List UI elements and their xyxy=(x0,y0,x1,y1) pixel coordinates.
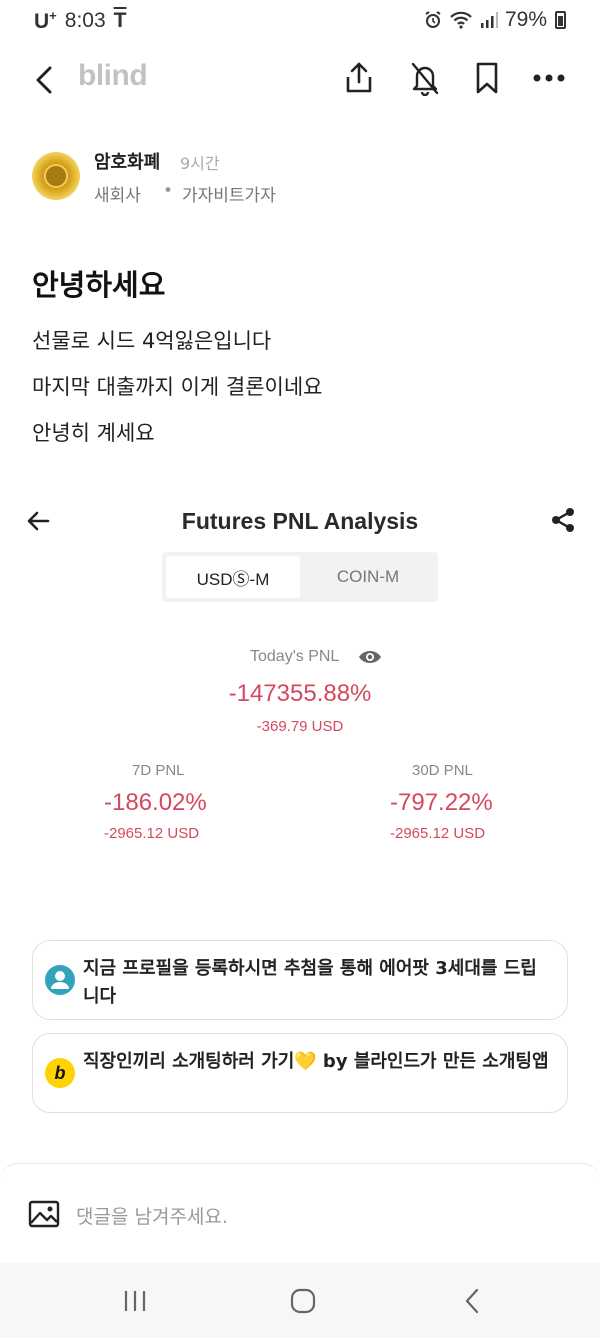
battery-percent: 79% xyxy=(504,8,547,31)
tab-usds-m: USDⓈ-M xyxy=(166,556,300,598)
pnl-30d-usd: -2965.12 USD xyxy=(390,825,486,842)
status-bar: U+ 8:03 T 79% xyxy=(0,0,600,40)
back-icon[interactable] xyxy=(458,1287,488,1315)
eye-icon xyxy=(359,651,381,663)
tab-coin-m: COIN-M xyxy=(336,567,400,586)
app-header: blind xyxy=(0,50,600,110)
pnl-title: Futures PNL Analysis xyxy=(181,508,419,534)
brand-logo[interactable]: blind xyxy=(78,59,148,93)
post-line: 안녕히 계세요 xyxy=(32,421,155,445)
battery-icon xyxy=(555,11,566,29)
market-tabs: USDⓈ-M COIN-M xyxy=(162,552,438,602)
pnl-30d-label: 30D PNL xyxy=(412,762,473,779)
status-time: 8:03 xyxy=(64,9,106,32)
author-separator: • xyxy=(163,181,174,201)
comment-input[interactable]: 댓글을 남겨주세요. xyxy=(76,1202,228,1229)
more-dots-icon[interactable] xyxy=(532,60,566,96)
system-nav-bar xyxy=(0,1263,600,1338)
post-body: 선물로 시드 4억잃은입니다 마지막 대출까지 이게 결론이네요 안녕히 계세요 xyxy=(32,318,323,456)
alarm-icon xyxy=(425,11,441,28)
card-text: 직장인끼리 소개팅하러 가기💛 by 블라인드가 만든 소개팅앱 xyxy=(83,1051,549,1072)
status-right: 79% xyxy=(423,8,566,32)
wifi-icon xyxy=(450,11,472,29)
author-name[interactable]: 암호화폐 xyxy=(94,148,160,174)
profile-promo-card[interactable]: 지금 프로필을 등록하시면 추첨을 통해 에어팟 3세대를 드립니다 xyxy=(32,940,568,1020)
share-nodes-icon xyxy=(552,508,574,532)
post-time: 9시간 xyxy=(180,154,220,173)
post-title: 안녕하세요 xyxy=(32,268,166,302)
post-author: 암호화폐 9시간 새회사 • 가자비트가자 xyxy=(32,146,572,216)
home-icon[interactable] xyxy=(288,1287,318,1315)
pnl-30d-percent: -797.22% xyxy=(390,789,493,816)
author-company: 새회사 xyxy=(94,186,141,206)
comment-bar: 댓글을 남겨주세요. xyxy=(0,1163,600,1263)
post-line: 마지막 대출까지 이게 결론이네요 xyxy=(32,375,323,399)
t-phone-icon: T xyxy=(113,9,127,32)
carrier-label: U+ xyxy=(34,8,57,33)
today-pnl-percent: -147355.88% xyxy=(228,680,372,707)
profile-icon xyxy=(45,965,75,995)
today-pnl-label: Today's PNL xyxy=(250,648,340,665)
pnl-30d: 30D PNL -797.22% -2965.12 USD xyxy=(390,762,590,842)
today-pnl-usd: -369.79 USD xyxy=(256,718,344,735)
recent-apps-icon[interactable] xyxy=(120,1287,150,1315)
pnl-7d: 7D PNL -186.02% -2965.12 USD xyxy=(104,762,304,842)
signal-icon xyxy=(480,12,498,28)
bitcoin-coin-icon xyxy=(44,164,68,188)
share-icon[interactable] xyxy=(342,60,376,96)
bookmark-icon[interactable] xyxy=(470,60,504,96)
pnl-7d-usd: -2965.12 USD xyxy=(104,825,200,842)
status-left: U+ 8:03 T xyxy=(34,8,126,34)
avatar[interactable] xyxy=(32,152,80,200)
blind-dating-card[interactable]: b 직장인끼리 소개팅하러 가기💛 by 블라인드가 만든 소개팅앱 xyxy=(32,1033,568,1113)
pnl-7d-percent: -186.02% xyxy=(104,789,207,816)
pnl-7d-label: 7D PNL xyxy=(132,762,185,779)
attached-image[interactable]: Futures PNL Analysis USDⓈ-M COIN-M Today… xyxy=(0,490,600,880)
post-line: 선물로 시드 4억잃은입니다 xyxy=(32,329,272,353)
blind-logo-icon: b xyxy=(45,1058,75,1088)
notification-off-icon[interactable] xyxy=(408,60,442,96)
back-arrow-icon[interactable] xyxy=(30,60,64,100)
person-icon xyxy=(51,971,69,989)
author-job: 가자비트가자 xyxy=(182,186,276,206)
image-attach-icon[interactable] xyxy=(28,1200,60,1228)
card-text: 지금 프로필을 등록하시면 추첨을 통해 에어팟 3세대를 드립니다 xyxy=(83,958,537,1007)
